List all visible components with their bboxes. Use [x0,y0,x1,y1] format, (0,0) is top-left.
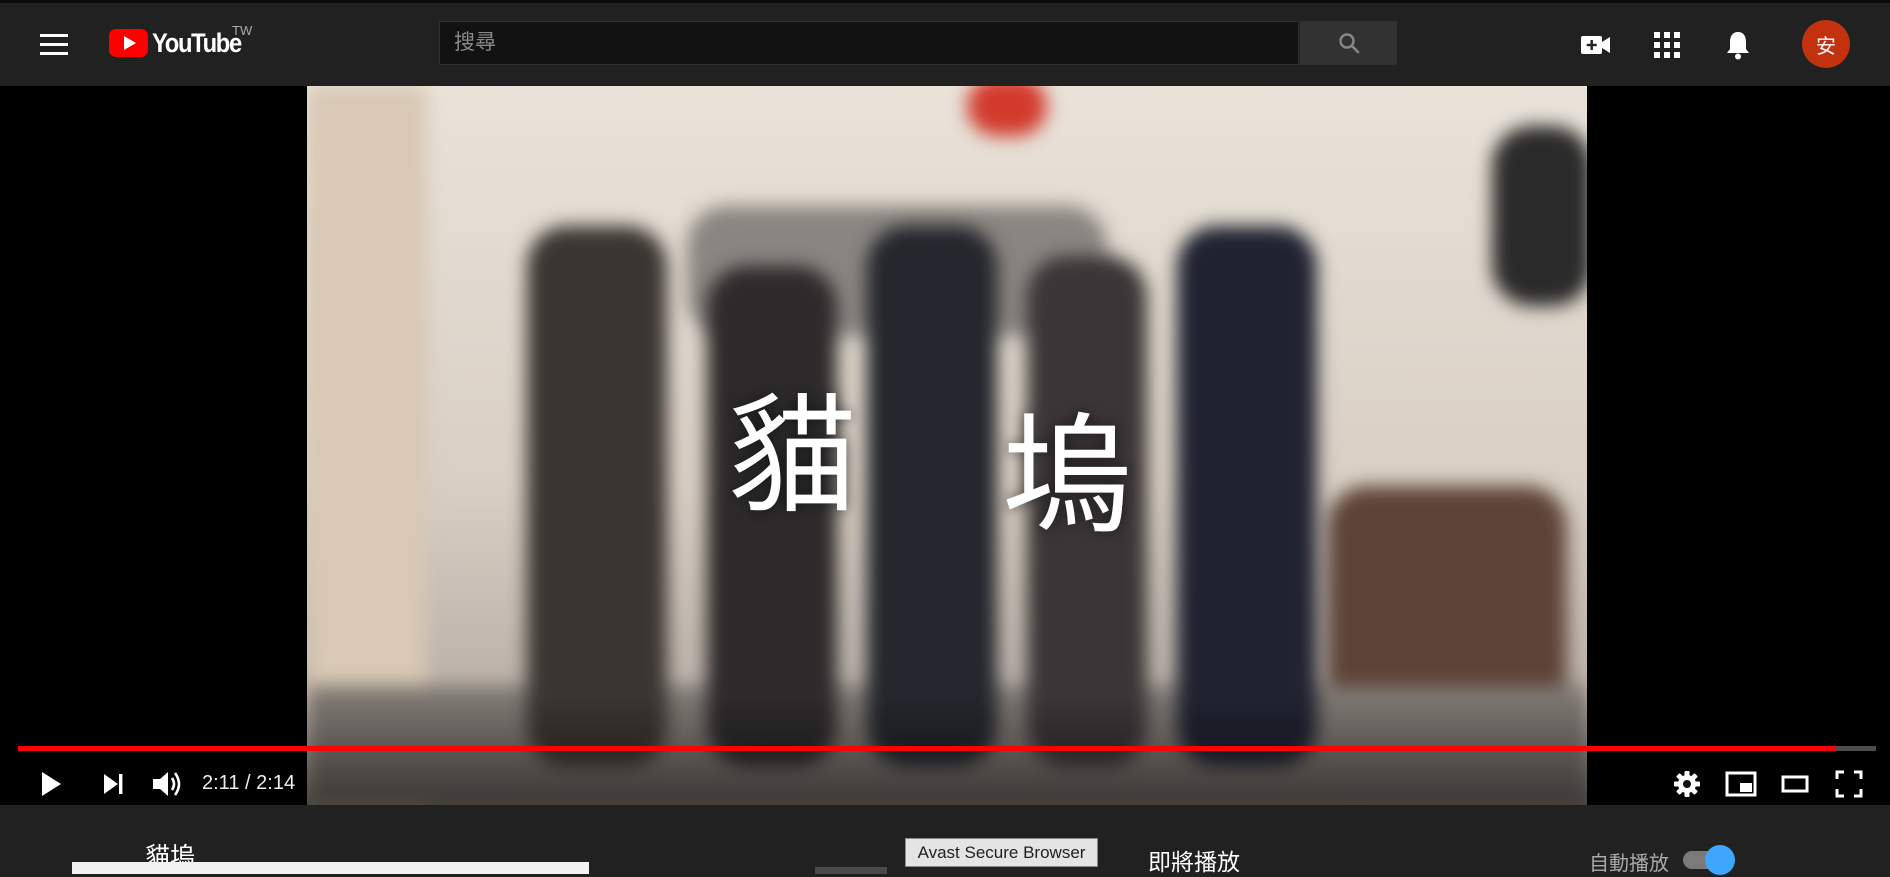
search-icon [1338,33,1359,54]
input-strip[interactable] [72,862,589,874]
notifications-button[interactable] [1718,25,1758,65]
top-bar: YouTube TW 搜尋 安 [0,0,1890,86]
play-icon [42,772,61,796]
menu-icon [40,34,68,37]
scene-lantern [967,86,1047,136]
person-1 [527,226,667,766]
miniplayer-icon [1725,771,1757,797]
time-display: 2:11 / 2:14 [202,772,295,795]
person-5 [1177,226,1317,766]
youtube-play-icon [109,29,148,57]
avatar[interactable]: 安 [1802,20,1850,68]
notifications-bell-icon [1727,32,1749,60]
miniplayer-button[interactable] [1718,761,1764,807]
video-player[interactable]: 貓 塢 2:11 / 2:14 [0,86,1890,805]
video-caption-left: 貓 [727,380,858,532]
apps-grid-icon [1654,32,1680,58]
autoplay-toggle[interactable] [1683,845,1735,875]
youtube-logo[interactable]: YouTube TW [109,23,253,60]
time-separator: / [245,772,251,794]
autoplay-label: 自動播放 [1589,853,1669,875]
theater-mode-icon [1781,775,1809,793]
progress-fill [18,746,1836,751]
play-button[interactable] [28,761,74,807]
fullscreen-icon [1835,770,1863,798]
fullscreen-button[interactable] [1826,761,1872,807]
volume-button[interactable] [144,761,190,807]
duration: 2:14 [256,772,296,794]
person-3 [867,226,997,766]
volume-icon [153,772,181,796]
region-code: TW [232,23,253,38]
settings-button[interactable] [1664,761,1710,807]
next-icon [104,774,123,794]
search-button[interactable] [1300,21,1397,65]
video-caption-right: 塢 [1002,400,1133,552]
settings-gear-icon [1674,771,1700,797]
up-next-heading: 即將播放 [1148,849,1240,875]
scene-tv [1492,126,1587,306]
toggle-knob [1705,845,1735,875]
create-button[interactable] [1576,25,1616,65]
progress-bar[interactable] [18,746,1876,751]
create-video-icon [1581,36,1610,54]
next-button[interactable] [90,761,136,807]
apps-button[interactable] [1647,25,1687,65]
browser-tooltip: Avast Secure Browser [905,838,1098,867]
scroll-indicator [815,867,887,874]
logo-text: YouTube [152,27,242,58]
current-time: 2:11 [202,772,240,794]
menu-button[interactable] [34,28,74,62]
search-input[interactable]: 搜尋 [439,21,1299,65]
top-edge [0,0,1890,3]
theater-mode-button[interactable] [1772,761,1818,807]
